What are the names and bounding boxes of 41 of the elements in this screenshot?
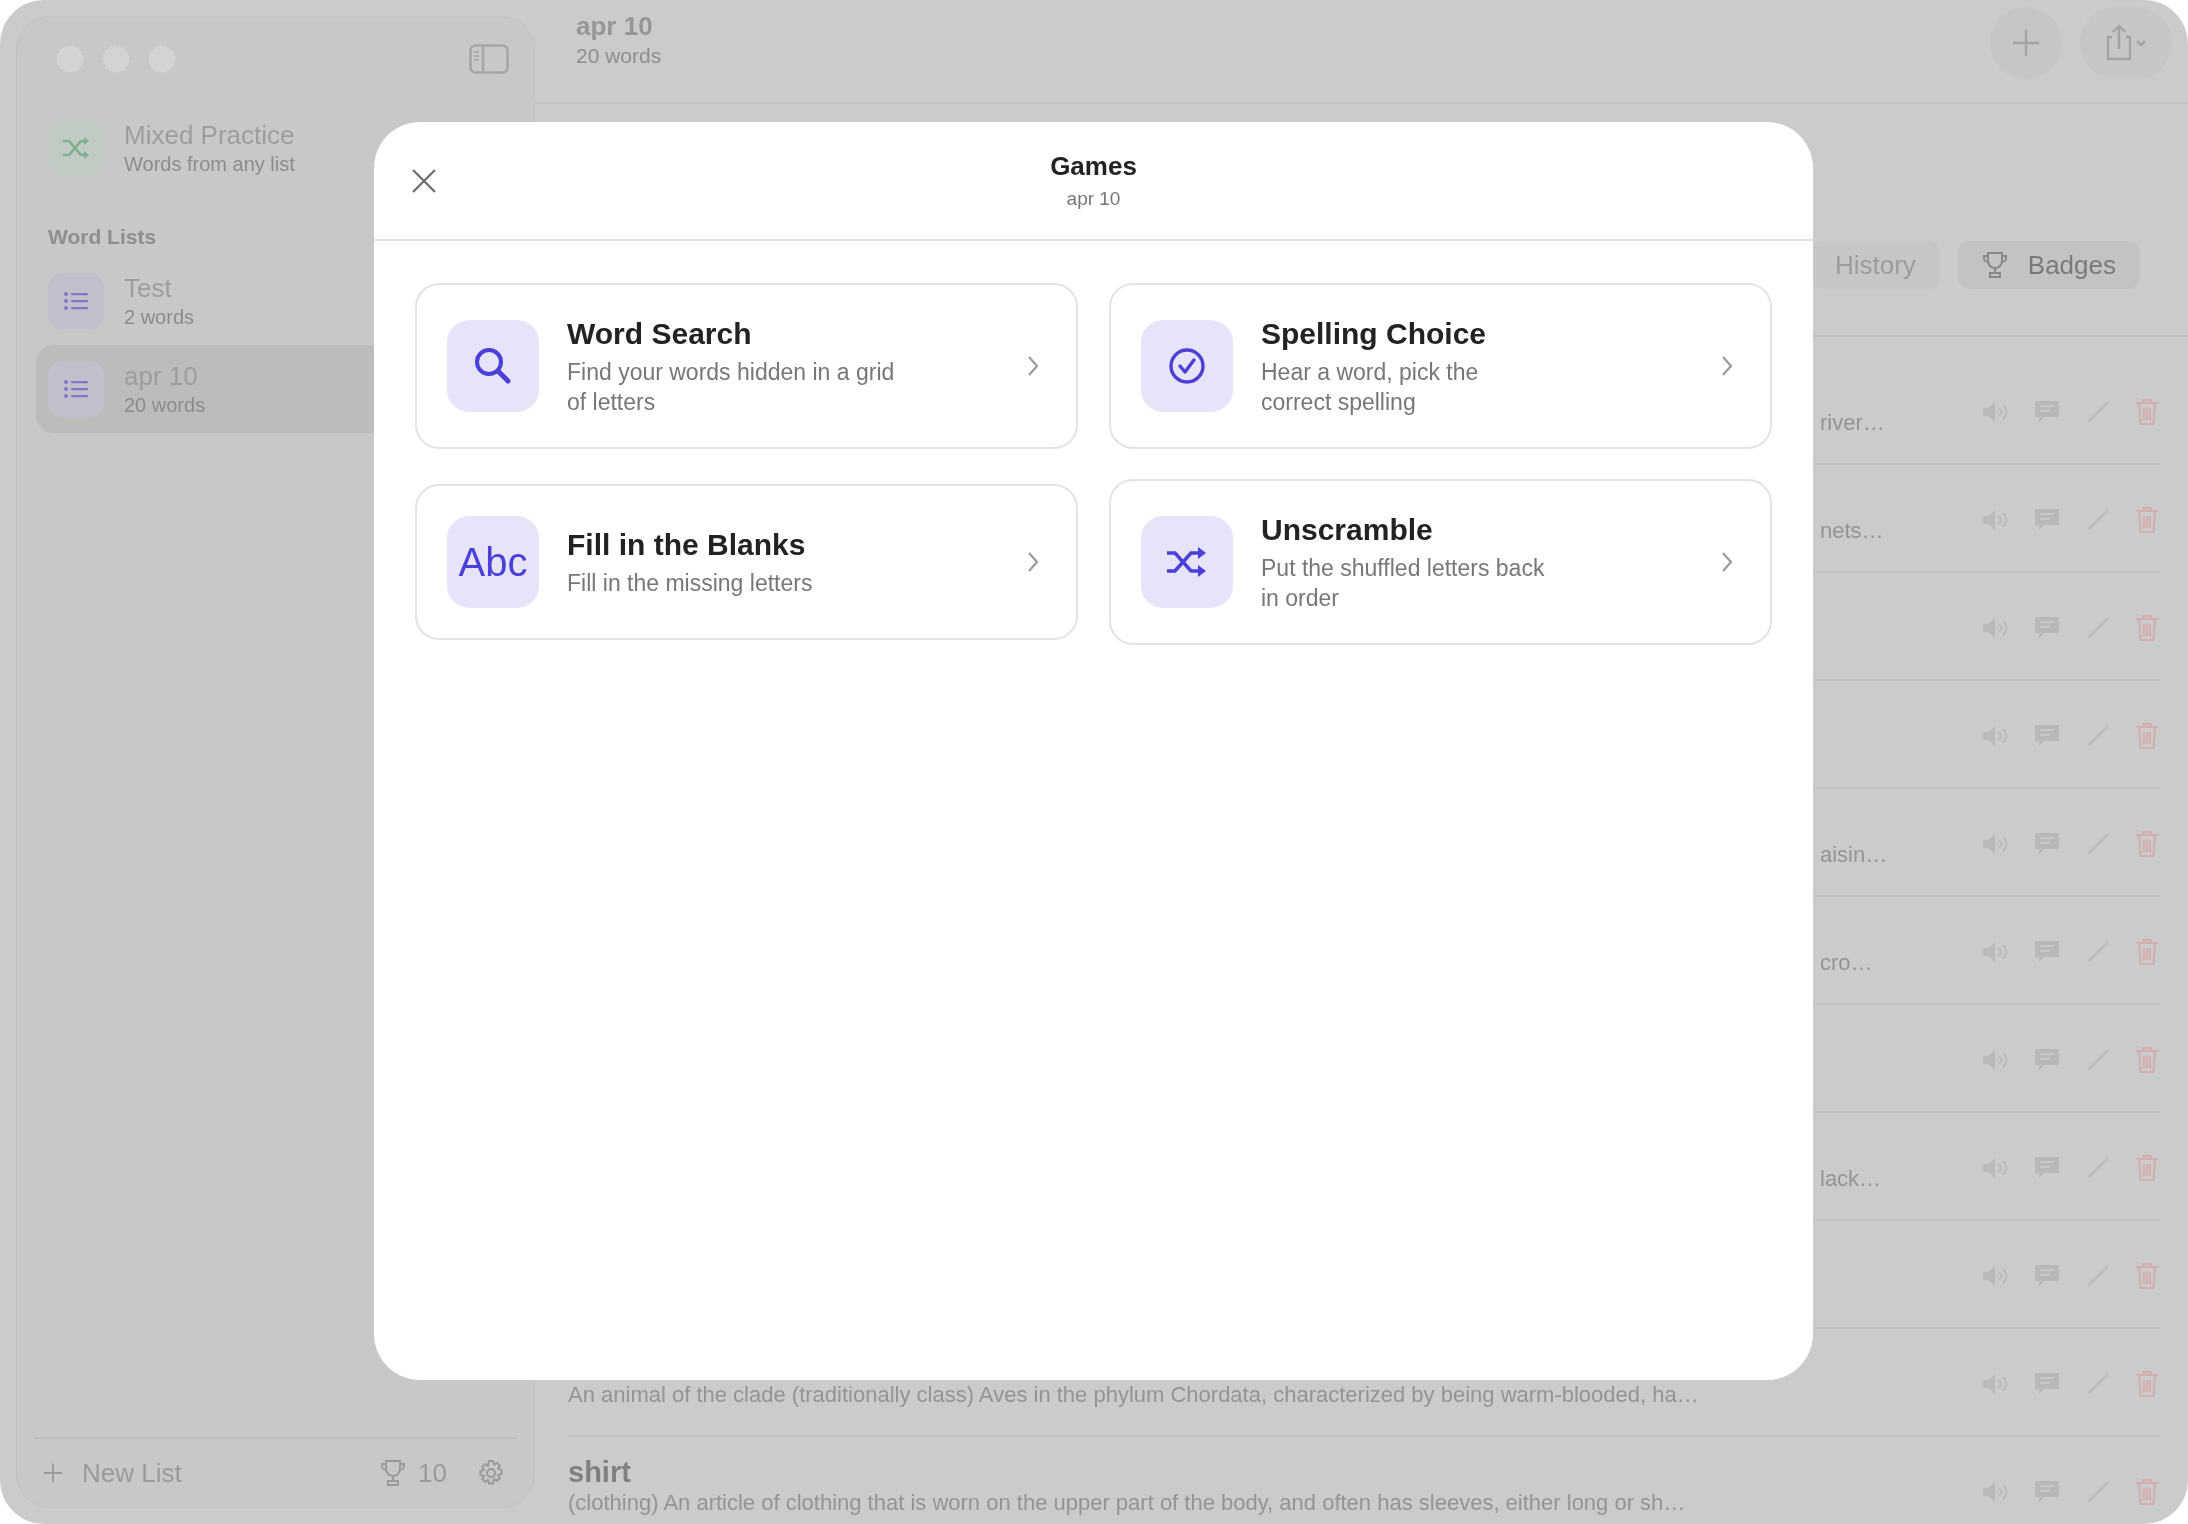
practice-subtitle: Words from any list (124, 152, 295, 177)
trash-icon[interactable] (2134, 505, 2160, 535)
trash-icon[interactable] (2134, 937, 2160, 967)
trash-icon[interactable] (2134, 613, 2160, 643)
game-card[interactable]: Unscramble Put the shuffled letters back in order (1109, 479, 1772, 645)
game-card[interactable]: Spelling Choice Hear a word, pick the correct spelling (1109, 283, 1772, 449)
chevron-icon (1026, 354, 1040, 378)
settings-icon[interactable] (477, 1459, 505, 1487)
list-icon (48, 273, 104, 329)
sidebar-toggle-icon[interactable] (469, 44, 509, 74)
trophy-icon (1981, 251, 2008, 279)
game-card[interactable]: Word Search Find your words hidden in a grid of letters (415, 283, 1078, 449)
trash-icon[interactable] (2134, 1477, 2160, 1507)
word-count: 2 words (124, 305, 195, 330)
share-button[interactable] (2080, 7, 2172, 79)
word-count: 20 words (576, 43, 663, 68)
trash-icon[interactable] (2134, 1045, 2160, 1075)
shuffle-icon (1141, 516, 1233, 608)
dialog-title: Games (1050, 151, 1137, 182)
tab[interactable]: Badges (1957, 241, 2140, 289)
trash-icon[interactable] (2134, 829, 2160, 859)
game-icon: Abc (447, 516, 539, 608)
section-heading: Word Lists (47, 224, 158, 250)
chevron-icon (1026, 550, 1040, 574)
trash-icon[interactable] (2134, 1153, 2160, 1183)
trophy-icon[interactable] (380, 1459, 407, 1487)
trash-icon[interactable] (2134, 397, 2160, 427)
game-card[interactable]: Abc Fill in the Blanks Fill in the missing letters (415, 484, 1078, 640)
trash-icon[interactable] (2134, 721, 2160, 751)
close-icon[interactable] (411, 168, 437, 194)
trash-icon[interactable] (2134, 1261, 2160, 1291)
search-icon (447, 320, 539, 412)
plus-icon (2010, 27, 2042, 59)
plus-icon (42, 1462, 64, 1484)
shuffle-icon (48, 120, 104, 176)
dialog-subtitle: apr 10 (1066, 188, 1121, 210)
list-icon (48, 361, 104, 417)
chevron-icon (1720, 550, 1734, 574)
chevron-icon (1720, 354, 1734, 378)
word-title: shirt (568, 1456, 631, 1488)
trash-icon[interactable] (2134, 1369, 2160, 1399)
